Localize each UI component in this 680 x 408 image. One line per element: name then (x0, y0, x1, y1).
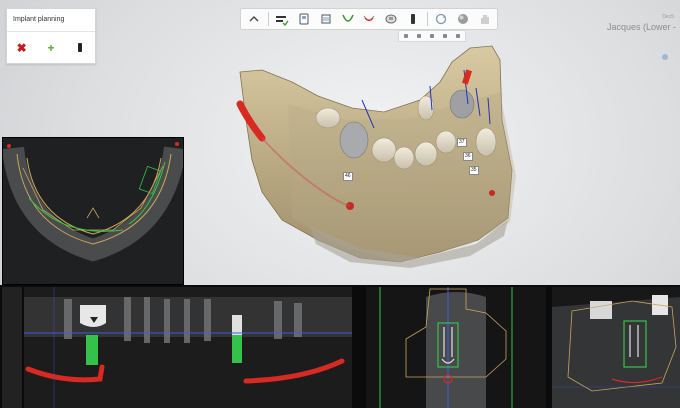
implant-check-icon (276, 16, 289, 26)
panoramic-image (24, 287, 352, 408)
info-icon[interactable] (662, 54, 668, 60)
nerve-icon (363, 15, 375, 22)
tooth-label[interactable]: 35 (469, 166, 479, 175)
scan-icon (299, 13, 309, 25)
pan-button[interactable] (475, 11, 494, 27)
tooth-view-button[interactable] (382, 11, 401, 27)
main-toolbar (240, 8, 498, 30)
tooth-crown-icon (321, 14, 331, 24)
jaw-arch-button[interactable] (338, 11, 357, 27)
cross-section-view[interactable] (366, 287, 546, 408)
rotate-button[interactable] (432, 11, 451, 27)
rotate-icon (435, 13, 447, 25)
tooth-label[interactable]: 37 (457, 138, 467, 147)
tooth-view-icon (385, 14, 397, 24)
implant-planning-panel: Implant planning ✖ + (6, 8, 96, 64)
hand-icon (480, 15, 489, 24)
cross-section-image (366, 287, 546, 408)
sphere-icon (457, 14, 468, 24)
delete-implant-button[interactable]: ✖ (13, 39, 31, 57)
nerve-button[interactable] (360, 11, 379, 27)
collapse-toolbar-button[interactable] (245, 11, 264, 27)
sub-option-icon[interactable] (403, 34, 408, 38)
sphere-view-button[interactable] (453, 11, 472, 27)
implant-view-button[interactable] (404, 11, 423, 27)
tooth-label[interactable]: 36 (463, 152, 473, 161)
close-icon: ✖ (16, 40, 27, 55)
panoramic-view[interactable] (24, 287, 352, 408)
implant-icon (411, 14, 416, 24)
toolbar-divider (267, 12, 269, 26)
tooth-crown-button[interactable] (316, 11, 335, 27)
sub-option-icon[interactable] (443, 34, 448, 38)
sub-option-icon[interactable] (429, 34, 434, 38)
sub-option-icon[interactable] (456, 34, 461, 38)
toolbar-divider (426, 12, 428, 26)
implant-button[interactable] (71, 39, 89, 57)
sagittal-image (552, 287, 680, 408)
patient-date: Dec5 (662, 14, 674, 20)
add-implant-button[interactable]: + (42, 39, 60, 57)
tooth-label[interactable]: 46 (343, 172, 353, 181)
panel-title: Implant planning (7, 9, 95, 32)
axial-slice-image (2, 138, 186, 284)
toolbar-subbar[interactable] (398, 30, 466, 42)
patient-name: Jacques (Lower - (606, 22, 676, 32)
implant-check-button[interactable] (273, 11, 292, 27)
view-edge (2, 287, 22, 408)
bottom-views (0, 285, 680, 408)
sub-option-icon[interactable] (416, 34, 421, 38)
jaw-arch-icon (341, 14, 354, 22)
scan-button[interactable] (295, 11, 314, 27)
sagittal-view[interactable] (552, 287, 680, 408)
chevron-up-icon (249, 16, 259, 22)
plus-icon: + (47, 40, 55, 55)
implant-icon (78, 43, 83, 52)
axial-view[interactable] (2, 137, 186, 285)
